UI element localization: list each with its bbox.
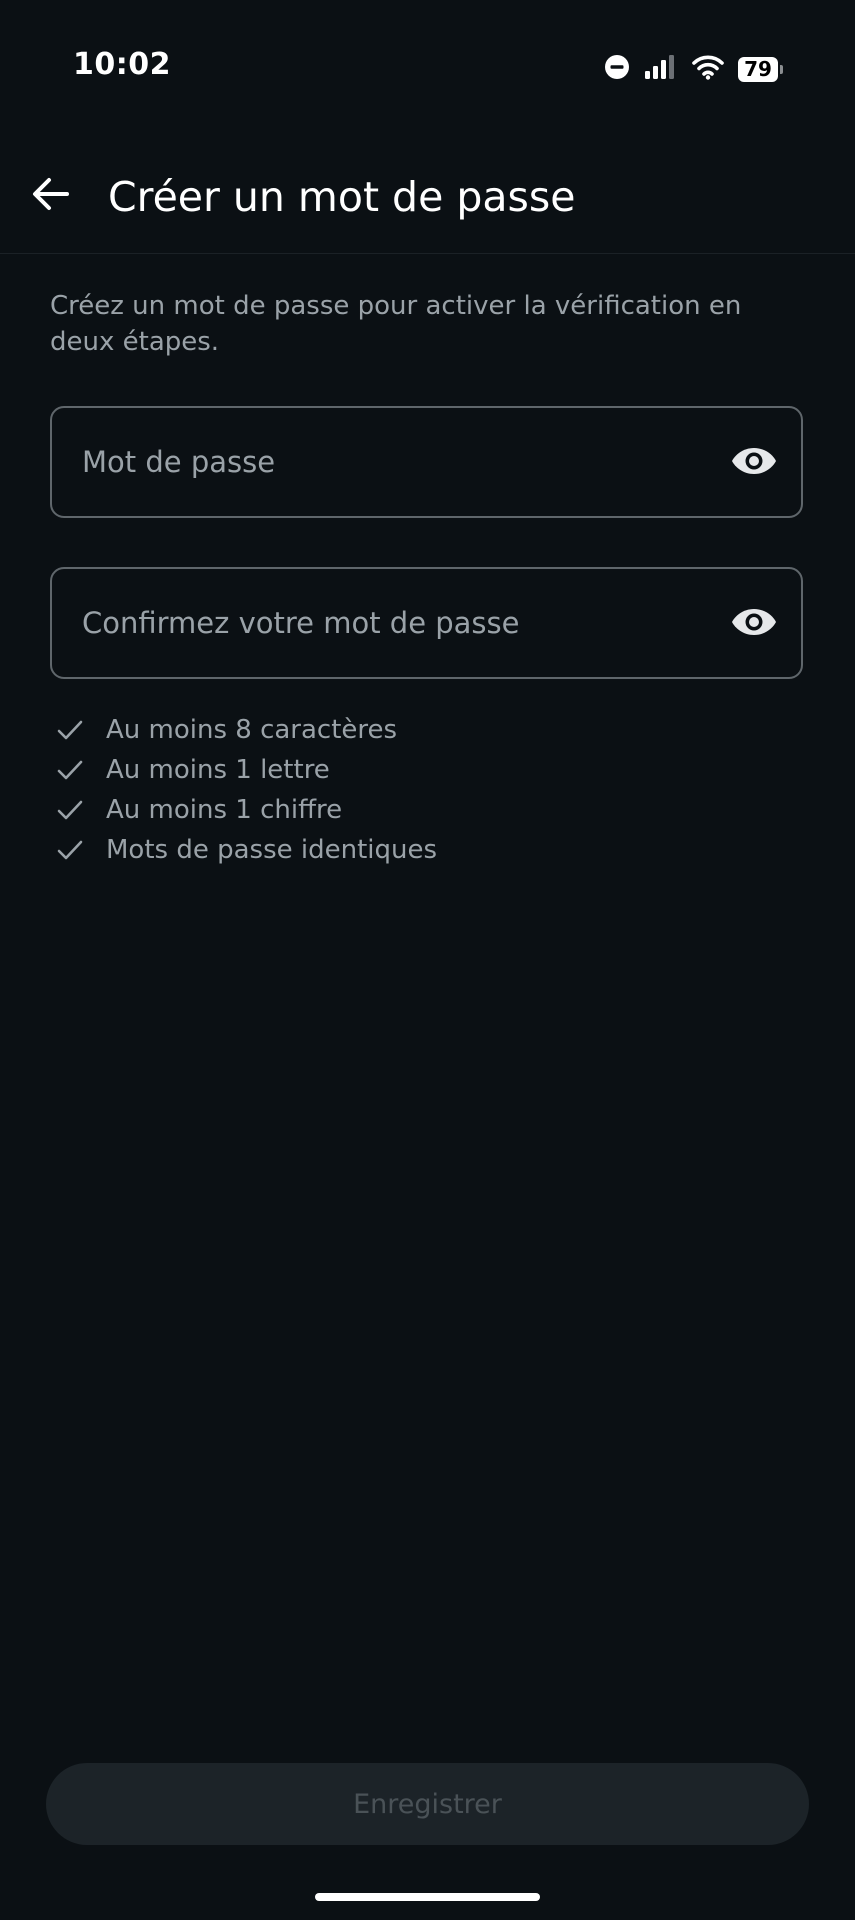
check-icon bbox=[56, 796, 84, 824]
check-icon bbox=[56, 836, 84, 864]
requirement-label: Mots de passe identiques bbox=[106, 835, 438, 865]
confirm-password-input[interactable] bbox=[82, 569, 702, 677]
toggle-password-visibility-button[interactable] bbox=[729, 438, 779, 488]
requirement-item: Au moins 1 chiffre bbox=[56, 790, 437, 830]
requirement-item: Au moins 8 caractères bbox=[56, 710, 437, 750]
password-field[interactable] bbox=[50, 406, 803, 518]
description-text: Créez un mot de passe pour activer la vé… bbox=[50, 291, 742, 357]
battery-icon: 79 bbox=[738, 56, 783, 82]
battery-cap bbox=[780, 64, 783, 74]
toggle-confirm-password-visibility-button[interactable] bbox=[729, 599, 779, 649]
battery-level: 79 bbox=[738, 56, 778, 82]
do-not-disturb-icon bbox=[604, 54, 630, 84]
app-bar: Créer un mot de passe bbox=[0, 140, 855, 254]
status-time: 10:02 bbox=[73, 47, 171, 82]
confirm-password-field[interactable] bbox=[50, 567, 803, 679]
password-requirements-list: Au moins 8 caractères Au moins 1 lettre … bbox=[56, 710, 437, 870]
password-input[interactable] bbox=[82, 408, 702, 516]
requirement-label: Au moins 1 chiffre bbox=[106, 795, 343, 825]
page-title: Créer un mot de passe bbox=[108, 173, 576, 221]
requirement-label: Au moins 1 lettre bbox=[106, 755, 330, 785]
status-bar: 10:02 79 bbox=[0, 0, 855, 140]
home-indicator[interactable] bbox=[315, 1893, 540, 1901]
requirement-item: Mots de passe identiques bbox=[56, 830, 437, 870]
eye-icon bbox=[731, 607, 777, 641]
check-icon bbox=[56, 716, 84, 744]
wifi-icon bbox=[692, 54, 724, 84]
arrow-left-icon bbox=[32, 177, 70, 215]
requirement-label: Au moins 8 caractères bbox=[106, 715, 398, 745]
status-icons: 79 bbox=[604, 52, 783, 86]
back-button[interactable] bbox=[25, 170, 77, 222]
signal-icon bbox=[644, 54, 678, 84]
requirement-item: Au moins 1 lettre bbox=[56, 750, 437, 790]
save-button[interactable]: Enregistrer bbox=[46, 1763, 809, 1845]
check-icon bbox=[56, 756, 84, 784]
eye-icon bbox=[731, 446, 777, 480]
